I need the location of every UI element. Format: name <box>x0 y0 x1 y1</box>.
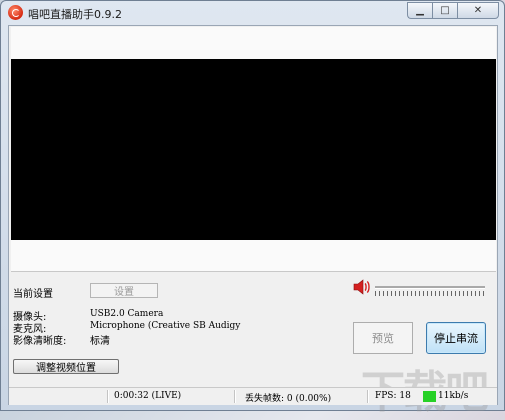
current-settings-label: 当前设置 <box>13 289 53 300</box>
volume-slider-ticks <box>375 291 485 296</box>
stream-time: 0:00:32 (LIVE) <box>114 391 182 401</box>
close-button[interactable]: ✕ <box>457 2 499 19</box>
status-separator <box>234 390 236 403</box>
app-window: 唱吧直播助手0.9.2 ▁ □ ✕ 当前设置 设置 摄像头: USB2.0 Ca… <box>0 0 505 418</box>
title-bar[interactable]: 唱吧直播助手0.9.2 ▁ □ ✕ <box>1 1 504 25</box>
preview-margin-bottom <box>11 240 496 272</box>
settings-button[interactable]: 设置 <box>90 283 158 298</box>
window-title: 唱吧直播助手0.9.2 <box>28 8 122 21</box>
preview-button[interactable]: 预览 <box>353 322 413 354</box>
maximize-button[interactable]: □ <box>432 2 457 19</box>
volume-slider-track <box>375 286 485 289</box>
status-bar: 0:00:32 (LIVE) 丢失帧数: 0 (0.00%) FPS: 18 1… <box>9 387 497 405</box>
caption-buttons: ▁ □ ✕ <box>407 2 499 19</box>
camera-value: USB2.0 Camera <box>90 309 164 319</box>
preview-margin-top <box>11 27 496 59</box>
quality-label: 影像清晰度: <box>13 336 67 347</box>
app-logo-icon <box>8 5 23 20</box>
video-preview <box>11 59 496 240</box>
quality-value: 标清 <box>90 336 110 347</box>
volume-slider[interactable] <box>375 286 485 296</box>
minimize-button[interactable]: ▁ <box>407 2 432 19</box>
client-area: 当前设置 设置 摄像头: USB2.0 Camera 麦克风: Micropho… <box>8 25 498 418</box>
adjust-video-position-button[interactable]: 调整视频位置 <box>13 359 119 374</box>
dropped-frames: 丢失帧数: 0 (0.00%) <box>245 394 332 404</box>
connection-status-indicator <box>423 391 436 402</box>
stop-stream-button[interactable]: 停止串流 <box>426 322 486 354</box>
status-separator <box>367 390 369 403</box>
bitrate-readout: 11kb/s <box>438 391 469 401</box>
speaker-icon[interactable] <box>353 279 371 295</box>
fps-readout: FPS: 18 <box>375 391 411 401</box>
status-separator <box>107 390 109 403</box>
microphone-value: Microphone (Creative SB Audigy <box>90 321 241 331</box>
